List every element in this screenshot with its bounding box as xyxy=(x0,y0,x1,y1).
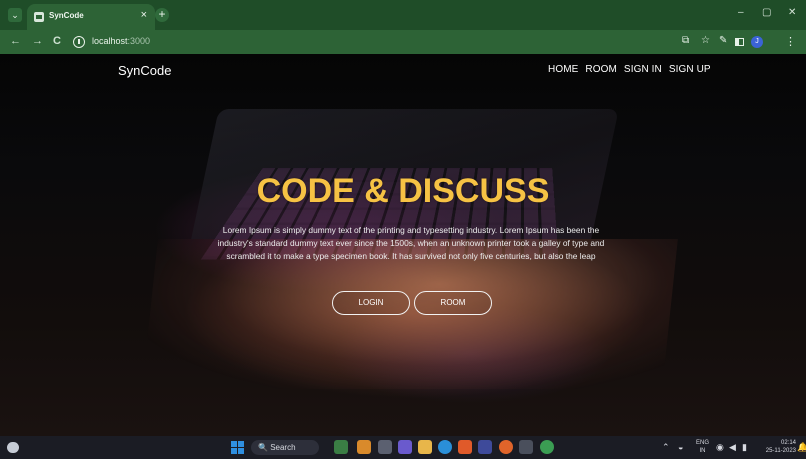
battery-icon[interactable]: ▮ xyxy=(742,442,747,453)
browser-toolbar: ← → C localhost:3000 ⧉ ☆ ✎ J ⋮ xyxy=(0,30,806,54)
task-view-icon[interactable] xyxy=(378,440,392,454)
teams-app-icon[interactable] xyxy=(398,440,412,454)
url-host: localhost xyxy=(92,36,128,46)
browser-tab-strip: ⌄ SynCode × + – ▢ ✕ xyxy=(0,0,806,30)
nav-home[interactable]: HOME xyxy=(548,64,578,75)
language-indicator[interactable]: ENG IN xyxy=(696,439,709,455)
edge-browser-icon[interactable] xyxy=(438,440,452,454)
language-code: ENG xyxy=(696,440,710,446)
windows-icon[interactable] xyxy=(231,441,244,454)
people-app-icon[interactable] xyxy=(357,440,371,454)
taskbar-search[interactable]: 🔍 Search xyxy=(251,440,319,455)
nav-sign-up[interactable]: SIGN UP xyxy=(669,64,711,75)
url-port: :3000 xyxy=(127,36,151,46)
tab-search-button[interactable]: ⌄ xyxy=(8,8,22,22)
site-nav: HOME ROOM SIGN IN SIGN UP xyxy=(548,64,711,75)
page-viewport: SynCode HOME ROOM SIGN IN SIGN UP CODE &… xyxy=(0,54,806,436)
nav-sign-in[interactable]: SIGN IN xyxy=(624,64,662,75)
cloud-icon[interactable] xyxy=(7,442,19,453)
os-taskbar: 🔍 Search ⌃ ◒ ENG IN ◉ ◀ ▮ 02:14 25-11-20… xyxy=(0,436,806,459)
kebab-icon[interactable]: ⋮ xyxy=(785,35,796,48)
firefox-icon[interactable] xyxy=(499,440,513,454)
address-bar[interactable]: localhost:3000 xyxy=(92,36,150,46)
site-logo[interactable]: SynCode xyxy=(118,63,171,78)
system-clock[interactable]: 02:14 25-11-2023 xyxy=(758,439,796,455)
login-button[interactable]: LOGIN xyxy=(332,291,410,315)
chevron-up-icon[interactable]: ⌃ xyxy=(662,442,670,453)
forward-button[interactable]: → xyxy=(32,35,43,47)
volume-icon[interactable]: ◀ xyxy=(729,442,736,453)
store-app-icon[interactable] xyxy=(478,440,492,454)
wifi-icon[interactable]: ◉ xyxy=(716,442,724,453)
tab-close-button[interactable]: × xyxy=(141,9,147,21)
google-drive-icon[interactable]: ◒ xyxy=(678,442,683,452)
avatar[interactable]: J xyxy=(751,36,763,48)
room-button[interactable]: ROOM xyxy=(414,291,492,315)
favicon-icon xyxy=(34,12,44,22)
restore-button[interactable]: ▢ xyxy=(762,7,771,18)
nav-room[interactable]: ROOM xyxy=(585,64,617,75)
reload-button[interactable]: C xyxy=(53,35,61,47)
puzzle-icon[interactable]: ✎ xyxy=(719,35,727,46)
new-tab-button[interactable]: + xyxy=(155,8,169,22)
taskbar-search-label: Search xyxy=(270,443,296,452)
hero-description: Lorem Ipsum is simply dummy text of the … xyxy=(217,225,605,261)
back-button[interactable]: ← xyxy=(10,35,21,47)
clock-date: 25-11-2023 xyxy=(765,448,796,454)
split-icon[interactable] xyxy=(735,38,744,46)
clock-time: 02:14 xyxy=(780,440,796,446)
tab-title: SynCode xyxy=(49,11,84,20)
notification-bell-icon[interactable]: 🔔 xyxy=(797,442,806,453)
hero-title: CODE & DISCUSS xyxy=(256,172,550,210)
chrome-icon[interactable] xyxy=(540,440,554,454)
region-code: IN xyxy=(699,448,706,454)
minimize-button[interactable]: – xyxy=(738,7,744,18)
browser-tab[interactable]: SynCode × xyxy=(27,4,155,30)
close-window-button[interactable]: ✕ xyxy=(788,7,796,18)
info-icon[interactable] xyxy=(73,36,85,48)
widgets-app-icon[interactable] xyxy=(334,440,348,454)
terminal-icon[interactable] xyxy=(519,440,533,454)
file-explorer-icon[interactable] xyxy=(418,440,432,454)
star-icon[interactable]: ☆ xyxy=(701,35,710,46)
brave-browser-icon[interactable] xyxy=(458,440,472,454)
hero-actions: LOGIN ROOM xyxy=(332,291,492,315)
cast-icon[interactable]: ⧉ xyxy=(682,35,689,46)
